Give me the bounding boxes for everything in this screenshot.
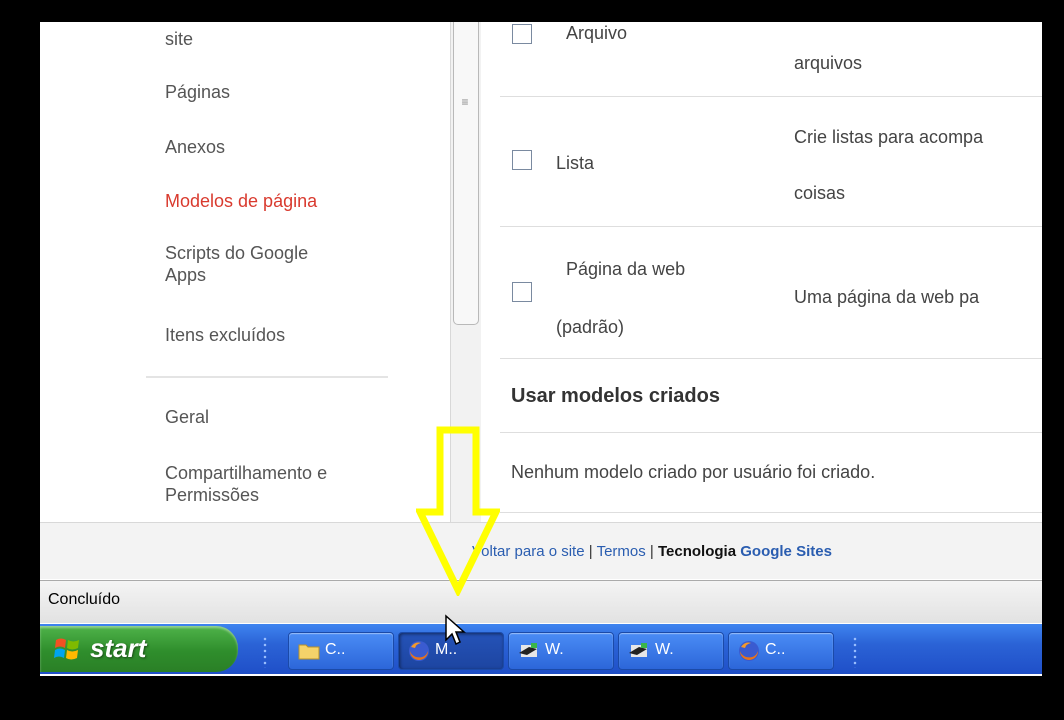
taskbar-task-app-2[interactable]: W.	[618, 632, 724, 670]
row-divider	[500, 432, 1064, 433]
template-name-pagina-line1: Página da web	[566, 259, 686, 279]
row-divider	[500, 226, 1064, 227]
taskbar-grip[interactable]	[852, 636, 858, 668]
sidebar-item-scripts-line1[interactable]: Scripts do Google	[165, 242, 308, 264]
template-checkbox-pagina-da-web[interactable]	[512, 282, 532, 302]
sidebar-item-compartilhamento-line1[interactable]: Compartilhamento e	[165, 462, 327, 484]
windows-flag-icon	[54, 638, 79, 660]
terms-link[interactable]: Termos	[597, 543, 646, 560]
browser-status-bar	[40, 580, 1042, 623]
task-label: C..	[765, 641, 786, 658]
scroll-grip-icon: ≡	[461, 95, 469, 109]
footer-separator: |	[649, 543, 654, 560]
taskbar-grip[interactable]	[262, 636, 268, 668]
app-icon	[629, 643, 647, 657]
sidebar-item-compartilhamento-line2[interactable]: Permissões	[165, 484, 259, 506]
taskbar-task-folder[interactable]: C..	[288, 632, 394, 670]
template-desc-arquivo: arquivos	[794, 53, 863, 73]
sidebar-divider	[146, 376, 388, 378]
sidebar-item-paginas[interactable]: Páginas	[165, 81, 230, 103]
app-icon	[519, 643, 537, 657]
start-label: start	[90, 633, 147, 663]
empty-templates-message: Nenhum modelo criado por usuário foi cri…	[511, 462, 876, 482]
sidebar-item-site[interactable]: site	[165, 28, 193, 50]
section-title: Usar modelos criados	[511, 385, 720, 407]
template-checkbox-lista[interactable]	[512, 150, 532, 170]
sidebar-item-scripts-line2[interactable]: Apps	[165, 264, 206, 286]
row-divider	[500, 512, 1064, 513]
template-desc-lista-line1: Crie listas para acompa	[794, 127, 984, 147]
task-label: C..	[325, 641, 346, 658]
mouse-cursor-icon	[445, 614, 466, 646]
screenshot-border	[0, 676, 1064, 720]
row-divider	[500, 96, 1064, 97]
firefox-icon	[409, 641, 429, 661]
task-label: W.	[545, 641, 564, 658]
sidebar-item-geral[interactable]: Geral	[165, 406, 209, 428]
footer-separator: |	[588, 543, 593, 560]
template-desc-lista-line2: coisas	[794, 183, 846, 203]
sidebar-item-itens-excluidos[interactable]: Itens excluídos	[165, 324, 285, 346]
powered-by-label: Tecnologia	[658, 543, 737, 560]
template-desc-pagina: Uma página da web pa	[794, 287, 980, 307]
firefox-icon	[739, 641, 759, 661]
page-content: site Páginas Anexos Modelos de página Sc…	[22, 22, 1064, 542]
google-sites-link[interactable]: Google Sites	[740, 543, 832, 560]
annotation-down-arrow-icon	[416, 426, 500, 596]
row-divider	[500, 358, 1064, 359]
sidebar-scroll-thumb[interactable]	[453, 22, 479, 325]
task-label: W.	[655, 641, 674, 658]
template-checkbox-arquivo[interactable]	[512, 24, 532, 44]
template-name-pagina-line2: (padrão)	[556, 317, 625, 337]
template-name-lista: Lista	[556, 153, 595, 173]
footer-links: Voltar para o site | Termos | Tecnologia…	[472, 543, 832, 560]
folder-icon	[298, 644, 320, 660]
status-text: Concluído	[48, 591, 121, 608]
taskbar-task-firefox[interactable]: C..	[728, 632, 834, 670]
screenshot-border	[1042, 0, 1064, 720]
taskbar-task-app-1[interactable]: W.	[508, 632, 614, 670]
template-name-arquivo: Arquivo	[566, 23, 628, 43]
sidebar-item-modelos-de-pagina[interactable]: Modelos de página	[165, 190, 317, 212]
screenshot-border	[0, 0, 40, 720]
sidebar-item-anexos[interactable]: Anexos	[165, 136, 225, 158]
